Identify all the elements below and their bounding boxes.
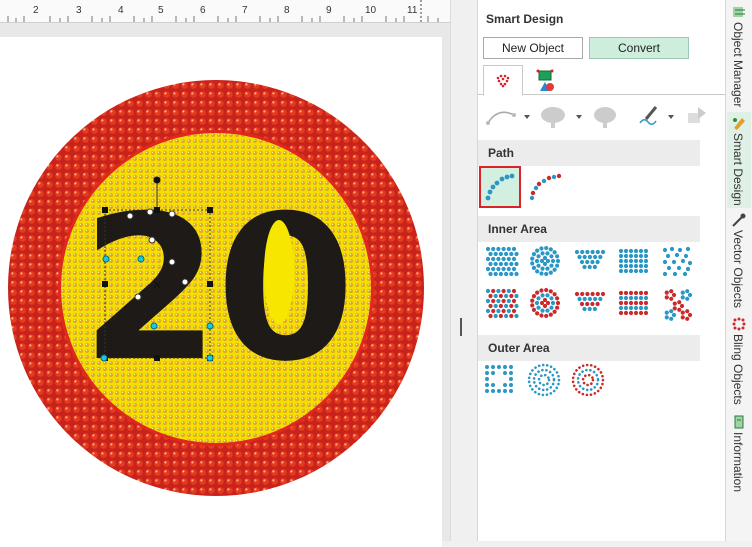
inner-style-clusters-mixed[interactable]: [660, 286, 702, 328]
side-tab-object-manager[interactable]: Object Manager: [727, 0, 751, 110]
section-label-inner-area: Inner Area: [488, 222, 547, 236]
side-tab-bar: Object Manager Smart Design Vector Objec…: [725, 0, 752, 541]
arc-two-color-dots-icon: [529, 173, 562, 201]
inner-style-grid-mixed[interactable]: [616, 286, 658, 328]
bezier-tool-icon[interactable]: [484, 103, 534, 129]
eraser-blob-icon[interactable]: [590, 103, 622, 129]
splitter-grip-icon[interactable]: [460, 318, 462, 336]
panel-splitter[interactable]: [450, 0, 471, 541]
side-tab-label: Bling Objects: [731, 334, 745, 405]
path-style-arc-dots-alt[interactable]: [524, 166, 566, 208]
inner-style-dense-mixed[interactable]: [484, 286, 526, 328]
outer-style-square-star[interactable]: [482, 362, 524, 404]
rhinestone-artwork[interactable]: 20 ✕: [0, 23, 450, 541]
inner-style-fan-blue-icon: [574, 249, 606, 270]
inner-style-scatter-blue-icon: [662, 246, 693, 277]
svg-text:✕: ✕: [152, 278, 162, 292]
side-tab-label: Object Manager: [731, 22, 745, 108]
inner-style-grid-blue[interactable]: [616, 244, 658, 286]
inner-style-grid-blue-icon: [618, 248, 649, 274]
inner-style-dense-blue[interactable]: [484, 244, 526, 286]
section-label-outer-area: Outer Area: [488, 341, 550, 355]
speed-number[interactable]: 20: [81, 173, 355, 406]
outer-red-rings-icon: [571, 363, 605, 397]
side-tab-smart-design[interactable]: Smart Design: [727, 112, 751, 208]
shapes-icon: [536, 69, 554, 91]
drawing-toolbar: [478, 100, 725, 130]
blob-brush-icon[interactable]: [536, 103, 586, 129]
shape-tool-icon[interactable]: [684, 103, 714, 129]
side-tab-bling-objects[interactable]: Bling Objects: [727, 314, 751, 410]
inner-style-rings-blue-icon: [530, 245, 561, 277]
arc-dots-icon: [485, 173, 515, 201]
side-tab-label: Vector Objects: [731, 230, 745, 309]
inner-style-scatter-blue[interactable]: [660, 244, 702, 286]
inner-style-rings-mixed[interactable]: [528, 286, 570, 328]
outer-blue-rings-icon: [527, 363, 561, 397]
new-object-button[interactable]: New Object: [483, 37, 583, 59]
ruler-ticks-graphic: [7, 0, 439, 22]
inner-style-dense-mixed-icon: [485, 288, 519, 319]
inner-style-grid-mixed-icon: [618, 290, 649, 316]
path-style-arc-dots[interactable]: [479, 166, 521, 208]
inner-style-clusters-mixed-icon: [664, 289, 693, 321]
section-header-outer-area: Outer Area: [478, 335, 700, 361]
inner-style-dense-blue-icon: [485, 246, 519, 277]
horizontal-ruler: 2 3 4 5 6 7 8 9 10 11: [0, 0, 450, 23]
section-header-inner-area: Inner Area: [478, 216, 700, 242]
section-label-path: Path: [488, 146, 515, 160]
convert-button[interactable]: Convert: [589, 37, 689, 59]
side-tab-label: Information: [731, 432, 745, 493]
zero-inner-fill: [264, 220, 294, 324]
pencil-tool-icon[interactable]: [634, 103, 678, 129]
heart-dots-icon: [496, 74, 510, 88]
information-icon: [734, 415, 744, 429]
smart-design-panel: Smart Design New Object Convert Path Inn…: [477, 0, 725, 541]
object-manager-icon: [733, 7, 745, 17]
side-tab-label: Smart Design: [731, 133, 745, 206]
side-tab-vector-objects[interactable]: Vector Objects: [727, 210, 751, 310]
outer-style-red-rings[interactable]: [570, 362, 612, 404]
inner-style-fan-mixed-icon: [574, 291, 606, 312]
vector-objects-icon: [732, 213, 746, 227]
side-tab-information[interactable]: Information: [727, 412, 751, 502]
outer-style-blue-rings[interactable]: [526, 362, 568, 404]
outer-square-star-icon: [485, 365, 513, 393]
smart-design-icon: [733, 118, 745, 130]
tab-rhinestone-path[interactable]: [483, 65, 523, 96]
inner-style-fan-mixed[interactable]: [572, 286, 614, 328]
section-header-path: Path: [478, 140, 700, 166]
tab-shapes[interactable]: [526, 65, 564, 95]
panel-title: Smart Design: [486, 12, 564, 26]
inner-style-fan-blue[interactable]: [572, 244, 614, 286]
inner-style-rings-blue[interactable]: [528, 244, 570, 286]
inner-style-rings-mixed-icon: [530, 287, 561, 319]
bling-objects-icon: [732, 317, 746, 331]
